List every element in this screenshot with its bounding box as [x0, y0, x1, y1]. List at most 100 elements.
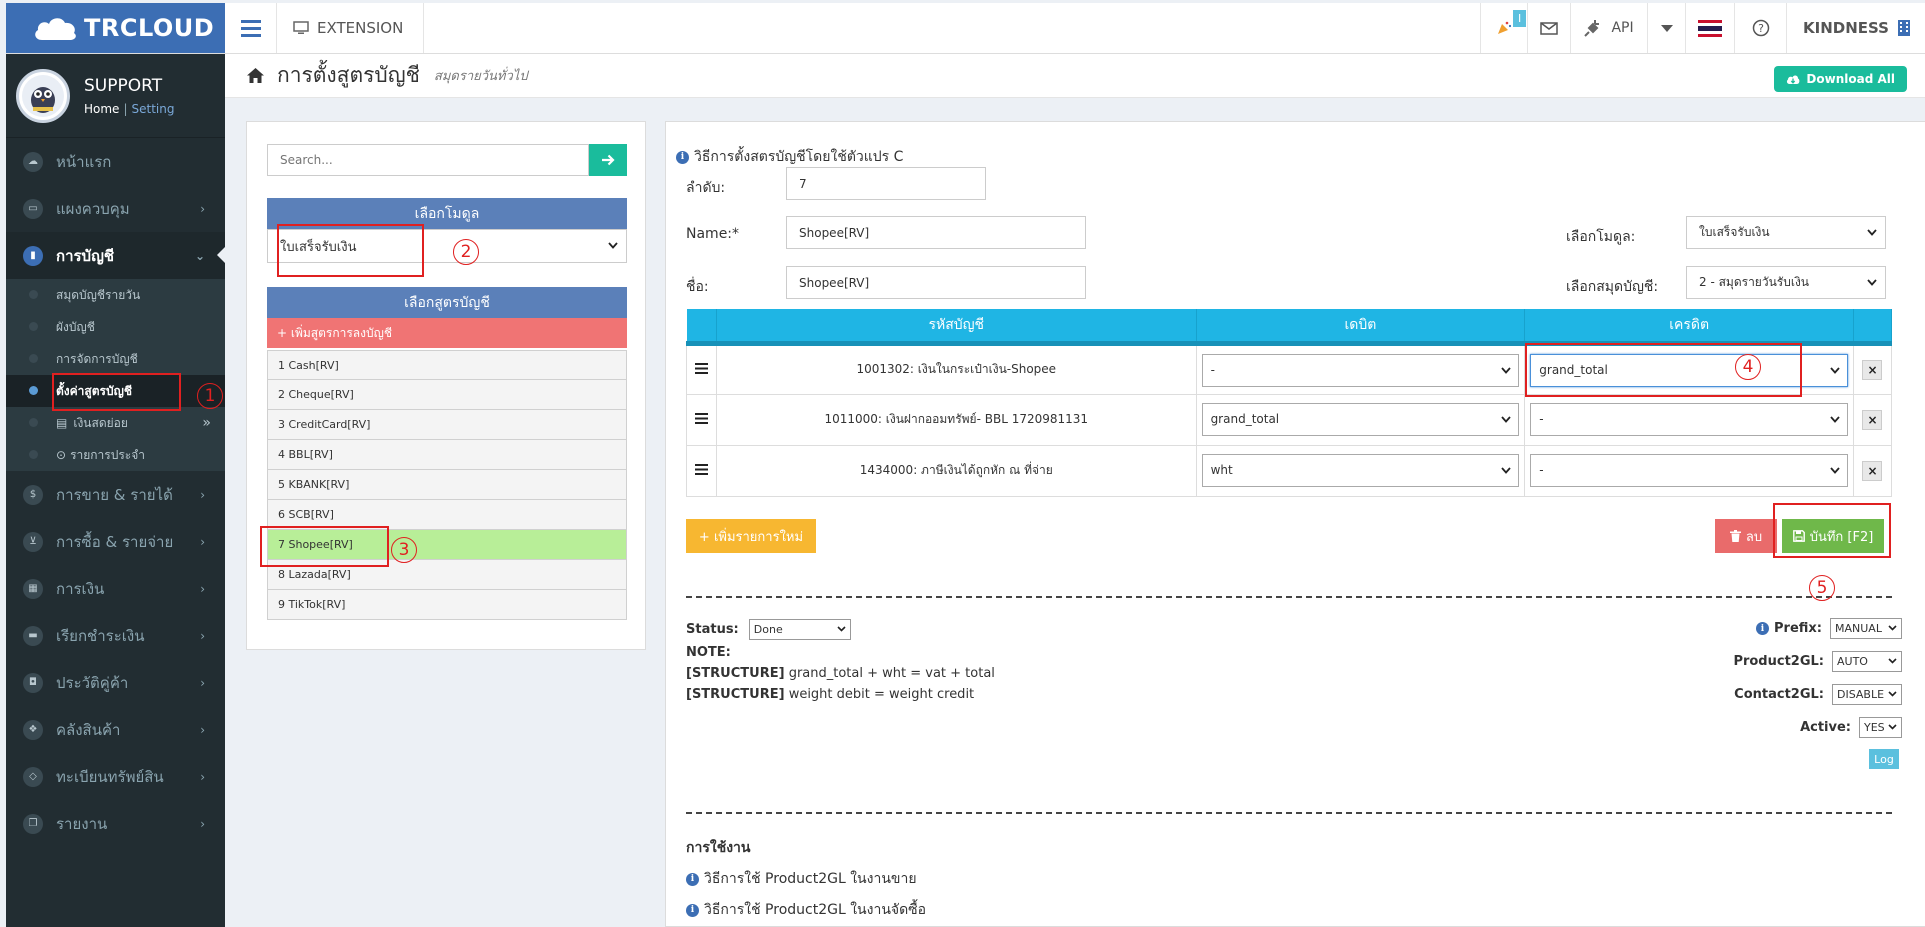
name-input[interactable]: Shopee[RV] [786, 216, 1086, 249]
prefix-label: Prefix: [1774, 621, 1822, 636]
sidebar-item-billing[interactable]: ▬ เรียกชำระเงิน › [6, 612, 225, 659]
help-button[interactable]: ? [1734, 3, 1786, 53]
sidebar-item-home[interactable]: ☁ หน้าแรก [6, 138, 225, 185]
annotation-box [1773, 503, 1891, 558]
formula-help-link[interactable]: i วิธีการตั้งสตรบัญชีโดยใช้ตัวแปร C [676, 146, 903, 168]
submenu-item-recurring[interactable]: ⊙ รายการประจำ [6, 439, 225, 471]
remove-row-button[interactable]: × [1862, 460, 1883, 481]
formula-item[interactable]: 2 Cheque[RV] [267, 380, 627, 410]
sidebar-item-accounting[interactable]: ▮ การบัญชี ⌄ [6, 232, 225, 279]
status-notes: Status: Done NOTE: [STRUCTURE] grand_tot… [686, 619, 995, 705]
drag-handle[interactable] [686, 393, 717, 446]
active-select[interactable]: YES [1859, 717, 1902, 738]
remove-row-button[interactable]: × [1862, 359, 1883, 380]
drag-handle[interactable] [686, 342, 717, 395]
order-input[interactable]: 7 [786, 167, 986, 200]
search-submit-button[interactable] [589, 144, 627, 176]
sidebar-item-assets[interactable]: ◇ ทะเบียนทรัพย์สิน › [6, 753, 225, 800]
contact2gl-label: Contact2GL: [1734, 687, 1824, 702]
delete-button[interactable]: ลบ [1715, 519, 1777, 553]
mail-button[interactable] [1527, 3, 1570, 53]
remove-row-button[interactable]: × [1862, 409, 1883, 430]
add-formula-button[interactable]: + เพิ่มสูตรการลงบัญชี [267, 318, 627, 348]
formula-list: 1 Cash[RV] 2 Cheque[RV] 3 CreditCard[RV]… [267, 350, 627, 620]
usage-link-sales[interactable]: i วิธีการใช้ Product2GL ในงานขาย [686, 868, 917, 890]
brand-logo[interactable]: TRCLOUD [6, 3, 225, 53]
sidebar-item-purchases[interactable]: ⊻ การซื้อ & รายจ่าย › [6, 518, 225, 565]
extension-link[interactable]: EXTENSION [277, 3, 425, 53]
sidebar-item-contacts[interactable]: ◘ ประวัติคู่ค้า › [6, 659, 225, 706]
debit-value: - [1210, 363, 1215, 377]
chevron-right-icon: › [200, 723, 205, 737]
submenu-item-account-management[interactable]: การจัดการบัญชี [6, 343, 225, 375]
bars-icon [694, 463, 708, 475]
sidebar-item-inventory[interactable]: ❖ คลังสินค้า › [6, 706, 225, 753]
usage-link-purchasing[interactable]: i วิธีการใช้ Product2GL ในงานจัดซื้อ [686, 899, 926, 921]
bars-icon [694, 362, 708, 374]
formula-selector-panel: เลือกโมดูล ใบเสร็จรับเงิน เลือกสูตรบัญชี… [246, 121, 646, 650]
menu-toggle-button[interactable] [225, 3, 277, 53]
sidebar-item-sales[interactable]: $ การขาย & รายได้ › [6, 471, 225, 518]
annotation-number: 4 [1735, 354, 1761, 380]
sidebar-item-label: เรียกชำระเงิน [56, 626, 145, 645]
cloud-icon [35, 18, 76, 40]
top-navbar: TRCLOUD EXTENSION I API ? KINDNESS [6, 3, 1925, 54]
info-icon[interactable]: i [1756, 622, 1770, 635]
submenu-item-label: รายการประจำ [70, 447, 146, 462]
formula-item[interactable]: 9 TikTok[RV] [267, 590, 627, 620]
sidebar-item-dashboard[interactable]: ▭ แผงควบคุม › [6, 185, 225, 232]
link-separator: | [123, 101, 128, 116]
module-dropdown[interactable]: ใบเสร็จรับเงิน [1686, 216, 1886, 249]
contact2gl-select[interactable]: DISABLE [1832, 684, 1902, 705]
id-card-icon: ▤ [56, 416, 68, 430]
add-row-button[interactable]: + เพิ่มรายการใหม่ [686, 519, 816, 553]
submenu-item-chart-of-accounts[interactable]: ผังบัญชี [6, 311, 225, 343]
company-switcher[interactable]: KINDNESS [1786, 3, 1925, 53]
sidebar-item-finance[interactable]: ▦ การเงิน › [6, 565, 225, 612]
thai-name-input[interactable]: Shopee[RV] [786, 266, 1086, 299]
download-all-button[interactable]: Download All [1774, 66, 1907, 92]
double-chevron-right-icon: » [202, 415, 211, 431]
plug-icon [1584, 20, 1600, 37]
drag-handle[interactable] [686, 444, 717, 497]
status-select[interactable]: Done [748, 619, 851, 640]
prefix-select[interactable]: MANUAL [1830, 618, 1902, 639]
annotation-number: 5 [1809, 575, 1835, 601]
owl-logo-icon [22, 74, 64, 117]
module-label: เลือกโมดูล: [1566, 229, 1636, 245]
api-label: API [1611, 20, 1634, 36]
sidebar-item-reports[interactable]: ❐ รายงาน › [6, 800, 225, 847]
chevron-down-icon [837, 626, 846, 632]
setting-link[interactable]: Setting [131, 102, 174, 116]
log-button[interactable]: Log [1869, 749, 1899, 769]
credit-select[interactable]: - [1530, 402, 1848, 436]
product2gl-select[interactable]: AUTO [1832, 651, 1902, 672]
search-input[interactable] [267, 144, 589, 176]
credit-select[interactable]: - [1530, 453, 1848, 487]
formula-item[interactable]: 1 Cash[RV] [267, 350, 627, 380]
module-dropdown-value: ใบเสร็จรับเงิน [1699, 225, 1770, 239]
debit-select[interactable]: - [1201, 353, 1520, 387]
formula-item[interactable]: 5 KBANK[RV] [267, 470, 627, 500]
dropdown-toggle[interactable] [1647, 3, 1685, 53]
usage-link-text: วิธีการใช้ Product2GL ในงานขาย [704, 871, 917, 887]
dollar-icon: $ [23, 484, 43, 505]
formula-item[interactable]: 3 CreditCard[RV] [267, 410, 627, 440]
usage-title: การใช้งาน [686, 840, 751, 856]
submenu-item-petty-cash[interactable]: ▤ เงินสดย่อย » [6, 407, 225, 439]
monitor-icon [293, 21, 309, 34]
language-selector[interactable] [1685, 3, 1734, 53]
annotation-box [260, 526, 389, 567]
debit-select[interactable]: grand_total [1201, 402, 1520, 436]
home-icon[interactable] [246, 67, 265, 84]
home-link[interactable]: Home [84, 102, 119, 116]
notification-button[interactable]: I [1480, 3, 1527, 53]
api-button[interactable]: API [1570, 3, 1647, 53]
user-name: SUPPORT [84, 75, 163, 96]
submenu-item-journal[interactable]: สมุดบัญชีรายวัน [6, 279, 225, 311]
page-subtitle: สมุดรายวันทั่วไป [433, 69, 528, 84]
debit-select[interactable]: wht [1201, 453, 1520, 487]
calendar-icon: ▦ [23, 578, 43, 599]
journal-dropdown[interactable]: 2 - สมุดรายวันรับเงิน [1686, 266, 1886, 299]
formula-item[interactable]: 4 BBL[RV] [267, 440, 627, 470]
